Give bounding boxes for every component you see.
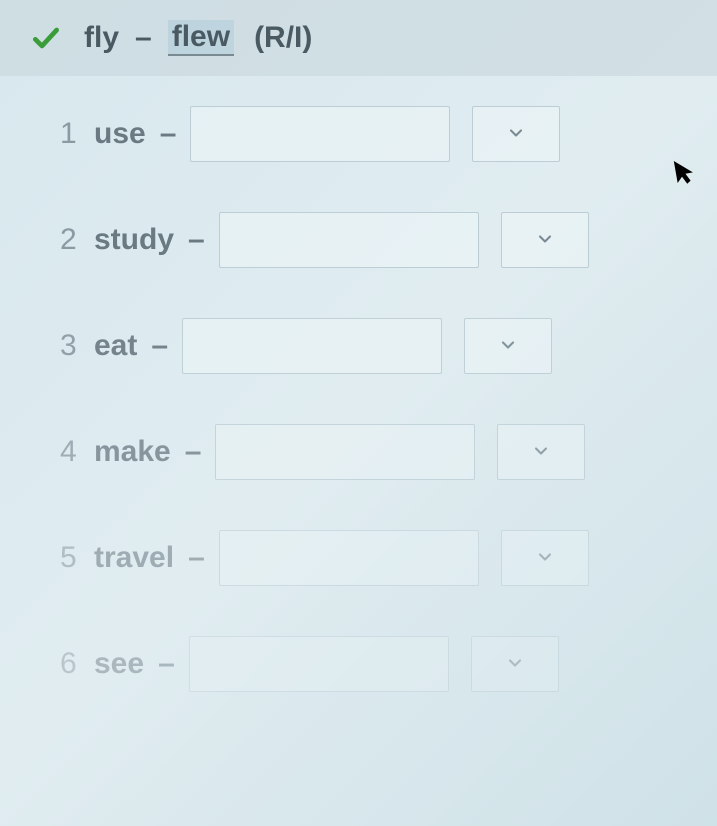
answer-input[interactable] [190,106,450,162]
check-icon [30,22,62,54]
type-dropdown[interactable] [471,636,559,692]
question-dash: – [188,541,205,575]
question-row: 2 study – [60,212,677,268]
question-dash: – [188,223,205,257]
example-row: fly – flew (R/I) [0,0,717,76]
type-dropdown[interactable] [501,530,589,586]
questions-list: 1 use – 2 study – 3 eat – 4 [0,76,717,762]
question-dash: – [158,647,175,681]
chevron-down-icon [498,329,518,363]
type-dropdown[interactable] [501,212,589,268]
question-number: 6 [60,647,84,681]
type-dropdown[interactable] [464,318,552,374]
answer-input[interactable] [219,530,479,586]
question-verb: see [94,647,144,681]
question-row: 3 eat – [60,318,677,374]
question-dash: – [151,329,168,363]
chevron-down-icon [505,647,525,681]
question-number: 4 [60,435,84,469]
chevron-down-icon [535,541,555,575]
question-row: 4 make – [60,424,677,480]
example-hint: (R/I) [254,21,312,55]
example-dash: – [135,21,152,55]
question-verb: use [94,117,146,151]
question-row: 1 use – [60,106,677,162]
question-verb: eat [94,329,137,363]
question-number: 1 [60,117,84,151]
question-row: 5 travel – [60,530,677,586]
question-row: 6 see – [60,636,677,692]
answer-input[interactable] [215,424,475,480]
answer-input[interactable] [182,318,442,374]
answer-input[interactable] [189,636,449,692]
question-number: 2 [60,223,84,257]
question-dash: – [160,117,177,151]
chevron-down-icon [531,435,551,469]
answer-input[interactable] [219,212,479,268]
question-verb: make [94,435,171,469]
example-answer: flew [168,20,234,56]
question-number: 5 [60,541,84,575]
question-number: 3 [60,329,84,363]
type-dropdown[interactable] [497,424,585,480]
type-dropdown[interactable] [472,106,560,162]
chevron-down-icon [506,117,526,151]
question-verb: study [94,223,174,257]
question-dash: – [185,435,202,469]
question-verb: travel [94,541,174,575]
example-verb: fly [84,21,119,55]
chevron-down-icon [535,223,555,257]
